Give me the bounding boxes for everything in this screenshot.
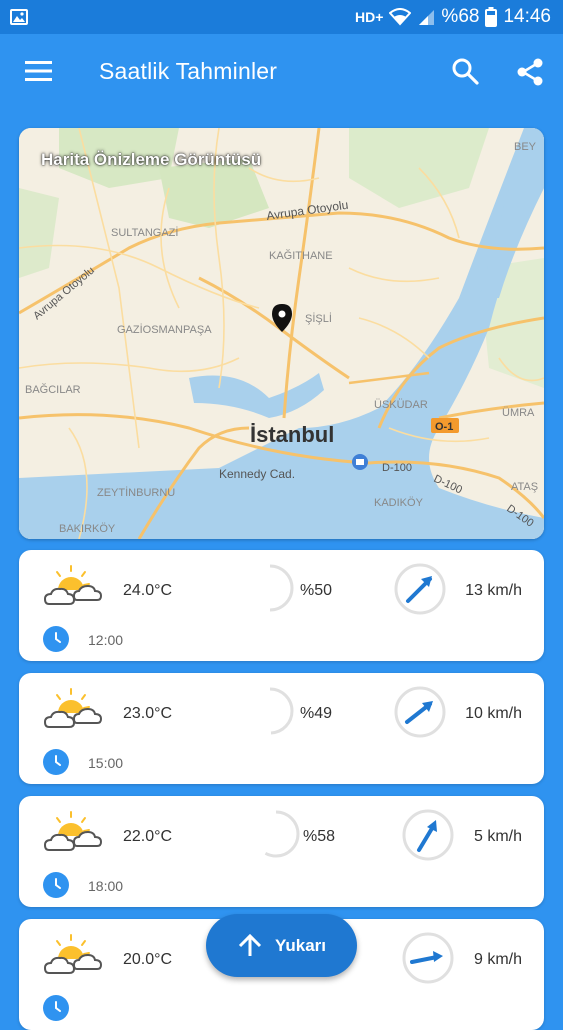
map-image: Avrupa Otoyolu Avrupa Otoyolu SULTANGAZİ… <box>19 128 544 539</box>
search-icon[interactable] <box>450 56 480 86</box>
map-label: Kennedy Cad. <box>219 467 295 481</box>
clock-icon <box>43 749 69 775</box>
wind-speed: 13 km/h <box>465 582 522 599</box>
map-label: ZEYTİNBURNU <box>97 486 175 499</box>
map-city-label: İstanbul <box>250 422 334 447</box>
wind-speed: 10 km/h <box>465 705 522 722</box>
map-label: BAKIRKÖY <box>59 523 116 535</box>
forecast-time: 15:00 <box>88 755 124 771</box>
network-type: HD+ <box>355 9 384 25</box>
map-label: GAZİOSMANPAŞA <box>117 323 212 336</box>
wind-direction-icon <box>394 686 446 738</box>
menu-icon[interactable] <box>24 58 54 84</box>
signal-icon <box>419 10 435 25</box>
clock-icon <box>43 872 69 898</box>
wifi-icon <box>389 8 412 26</box>
map-label: KADIKÖY <box>374 497 424 509</box>
clock-icon <box>43 626 69 652</box>
map-label: O-1 <box>435 421 453 433</box>
scroll-up-button[interactable]: Yukarı <box>206 914 357 977</box>
clock-time: 14:46 <box>503 6 551 27</box>
partly-cloudy-icon <box>43 934 103 974</box>
map-preview-card[interactable]: Avrupa Otoyolu Avrupa Otoyolu SULTANGAZİ… <box>19 128 544 539</box>
temperature: 24.0°C <box>123 582 173 599</box>
wind-speed: 5 km/h <box>473 828 522 845</box>
wind-direction-icon <box>402 932 454 984</box>
clock-icon <box>43 995 69 1021</box>
status-bar: HD+ %68 14:46 <box>0 0 563 34</box>
temperature: 23.0°C <box>123 705 173 722</box>
map-label: BAĞCILAR <box>25 383 81 396</box>
map-caption: Harita Önizleme Görüntüsü <box>41 150 262 169</box>
humidity: %50 <box>300 582 333 599</box>
image-notification-icon <box>10 9 28 25</box>
wind-direction-icon <box>394 563 446 615</box>
temperature: 20.0°C <box>123 951 173 968</box>
map-label: D-100 <box>382 462 412 474</box>
wind-speed: 9 km/h <box>473 951 522 968</box>
app-bar: Saatlik Tahminler <box>0 34 563 108</box>
wind-direction-icon <box>402 809 454 861</box>
humidity-gauge <box>246 564 294 612</box>
humidity: %58 <box>303 828 336 845</box>
arrow-up-icon <box>238 933 262 956</box>
forecast-card[interactable]: 24.0°C %50 13 km/h 12:00 <box>19 550 544 661</box>
humidity: %49 <box>300 705 333 722</box>
humidity-gauge <box>252 810 300 858</box>
map-label: ÜMRA <box>502 407 535 419</box>
scroll-up-label: Yukarı <box>274 935 327 955</box>
humidity-gauge <box>246 687 294 735</box>
partly-cloudy-icon <box>43 565 103 605</box>
partly-cloudy-icon <box>43 811 103 851</box>
map-label: KAĞITHANE <box>269 249 333 262</box>
temperature: 22.0°C <box>123 828 173 845</box>
map-label: ŞİŞLİ <box>305 312 332 325</box>
share-icon[interactable] <box>514 56 546 88</box>
page-title: Saatlik Tahminler <box>99 58 278 84</box>
battery-icon <box>485 7 498 27</box>
forecast-card[interactable]: 23.0°C %49 10 km/h 15:00 <box>19 673 544 784</box>
map-label: SULTANGAZİ <box>111 226 178 239</box>
forecast-card[interactable]: 22.0°C %58 5 km/h 18:00 <box>19 796 544 907</box>
battery-percent: %68 <box>441 6 480 27</box>
forecast-time: 18:00 <box>88 878 124 894</box>
partly-cloudy-icon <box>43 688 103 728</box>
map-label: BEY <box>514 141 537 153</box>
map-label: ÜSKÜDAR <box>374 399 428 411</box>
forecast-time: 12:00 <box>88 632 124 648</box>
map-label: ATAŞ <box>511 481 538 493</box>
